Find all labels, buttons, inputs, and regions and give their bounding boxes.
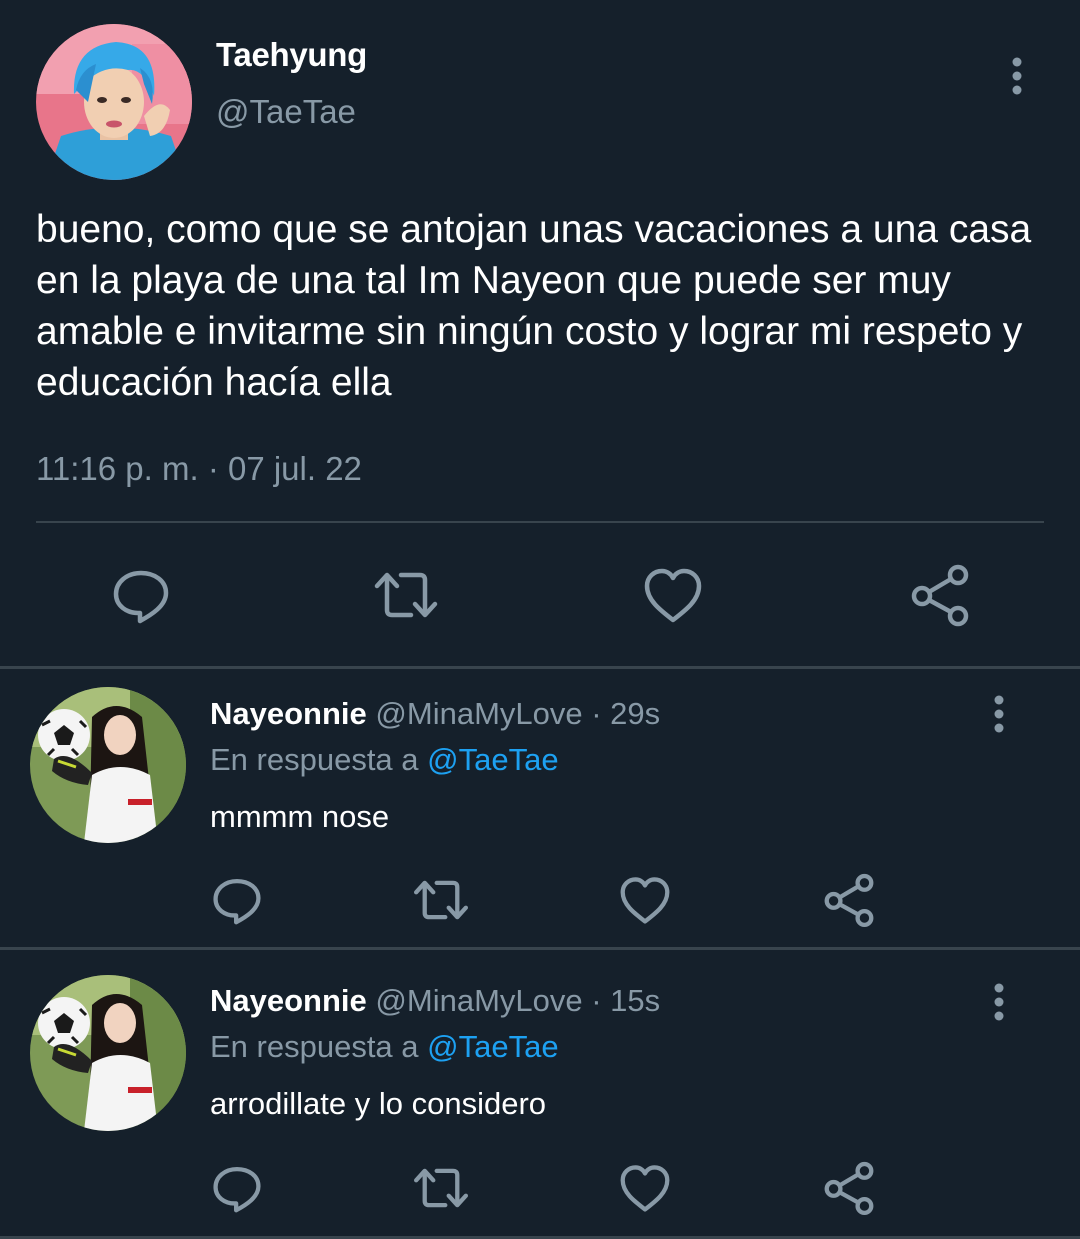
replying-to-prefix: En respuesta a (210, 1029, 419, 1064)
tweet-action-bar (0, 560, 1080, 630)
reply-display-name[interactable]: Nayeonnie (210, 983, 367, 1018)
reply-icon[interactable] (207, 1158, 267, 1218)
replying-to-mention[interactable]: @TaeTae (427, 742, 558, 777)
reply-header: Nayeonnie @MinaMyLove · 15s (210, 983, 660, 1019)
share-icon[interactable] (819, 870, 879, 930)
author-handle[interactable]: @TaeTae (216, 93, 356, 131)
retweet-icon[interactable] (411, 1158, 471, 1218)
like-icon[interactable] (615, 1158, 675, 1218)
reply-author-avatar[interactable] (30, 687, 186, 843)
reply-handle-time[interactable]: @MinaMyLove · 15s (375, 983, 660, 1018)
more-options-icon[interactable] (984, 980, 1014, 1024)
replying-to: En respuesta a @TaeTae (210, 1029, 559, 1065)
tweet-text: bueno, como que se antojan unas vacacion… (36, 208, 1032, 404)
reply-tweet[interactable]: Nayeonnie @MinaMyLove · 15s En respuesta… (0, 950, 1080, 1236)
reply-author-avatar[interactable] (30, 975, 186, 1131)
reply-handle-time[interactable]: @MinaMyLove · 29s (375, 696, 660, 731)
main-tweet: Taehyung @TaeTae bueno, como que se anto… (0, 0, 1080, 668)
share-icon[interactable] (905, 560, 975, 630)
retweet-icon[interactable] (371, 560, 441, 630)
divider (36, 521, 1044, 523)
author-display-name[interactable]: Taehyung (216, 36, 367, 74)
share-icon[interactable] (819, 1158, 879, 1218)
reply-tweet[interactable]: Nayeonnie @MinaMyLove · 29s En respuesta… (0, 669, 1080, 947)
author-avatar[interactable] (36, 24, 192, 180)
reply-header: Nayeonnie @MinaMyLove · 29s (210, 696, 660, 732)
tweet-timestamp[interactable]: 11:16 p. m. · 07 jul. 22 (36, 450, 362, 488)
replying-to: En respuesta a @TaeTae (210, 742, 559, 778)
like-icon[interactable] (638, 560, 708, 630)
reply-text: arrodillate y lo considero (210, 1086, 547, 1121)
reply-text: mmmm nose (210, 799, 390, 834)
more-options-icon[interactable] (1002, 54, 1032, 98)
like-icon[interactable] (615, 870, 675, 930)
reply-icon[interactable] (207, 870, 267, 930)
more-options-icon[interactable] (984, 692, 1014, 736)
reply-icon[interactable] (106, 560, 176, 630)
retweet-icon[interactable] (411, 870, 471, 930)
reply-display-name[interactable]: Nayeonnie (210, 696, 367, 731)
replying-to-mention[interactable]: @TaeTae (427, 1029, 558, 1064)
tweet-detail-page: Taehyung @TaeTae bueno, como que se anto… (0, 0, 1080, 1239)
replying-to-prefix: En respuesta a (210, 742, 419, 777)
